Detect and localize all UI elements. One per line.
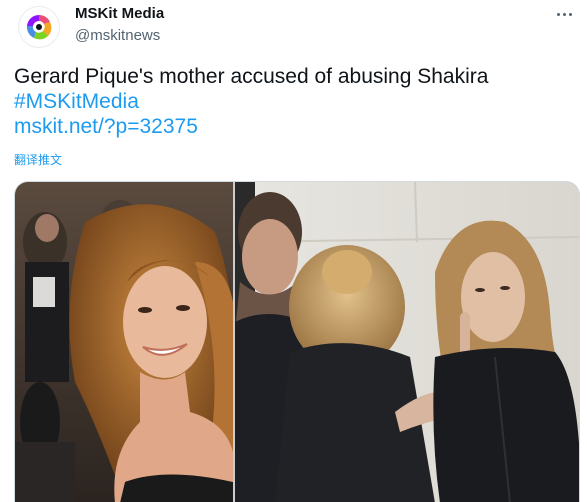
url-link[interactable]: mskit.net/?p=32375 [14, 114, 579, 139]
author-names: MSKit Media @mskitnews [75, 5, 164, 46]
more-options-button[interactable] [551, 4, 577, 24]
media-photo-right[interactable] [235, 182, 579, 502]
ellipsis-dot [568, 12, 572, 16]
ellipsis-icon [556, 12, 560, 16]
tweet-headline: Gerard Pique's mother accused of abusing… [14, 65, 489, 88]
photo-image [15, 182, 233, 502]
photo-image [235, 182, 579, 502]
avatar[interactable] [18, 6, 60, 48]
hashtag-link[interactable]: #MSKitMedia [14, 89, 579, 114]
media-container [14, 181, 580, 502]
logo-icon [26, 14, 52, 40]
tweet-card: MSKit Media @mskitnews Gerard Pique's mo… [0, 0, 587, 502]
author-display-name[interactable]: MSKit Media [75, 5, 164, 23]
tweet-text: Gerard Pique's mother accused of abusing… [14, 64, 579, 139]
ellipsis-dot [562, 12, 566, 16]
tweet-header: MSKit Media @mskitnews [0, 0, 587, 60]
author-handle[interactable]: @mskitnews [75, 26, 164, 46]
media-photo-left[interactable] [15, 182, 233, 502]
translate-tweet-link[interactable]: 翻译推文 [14, 153, 62, 167]
